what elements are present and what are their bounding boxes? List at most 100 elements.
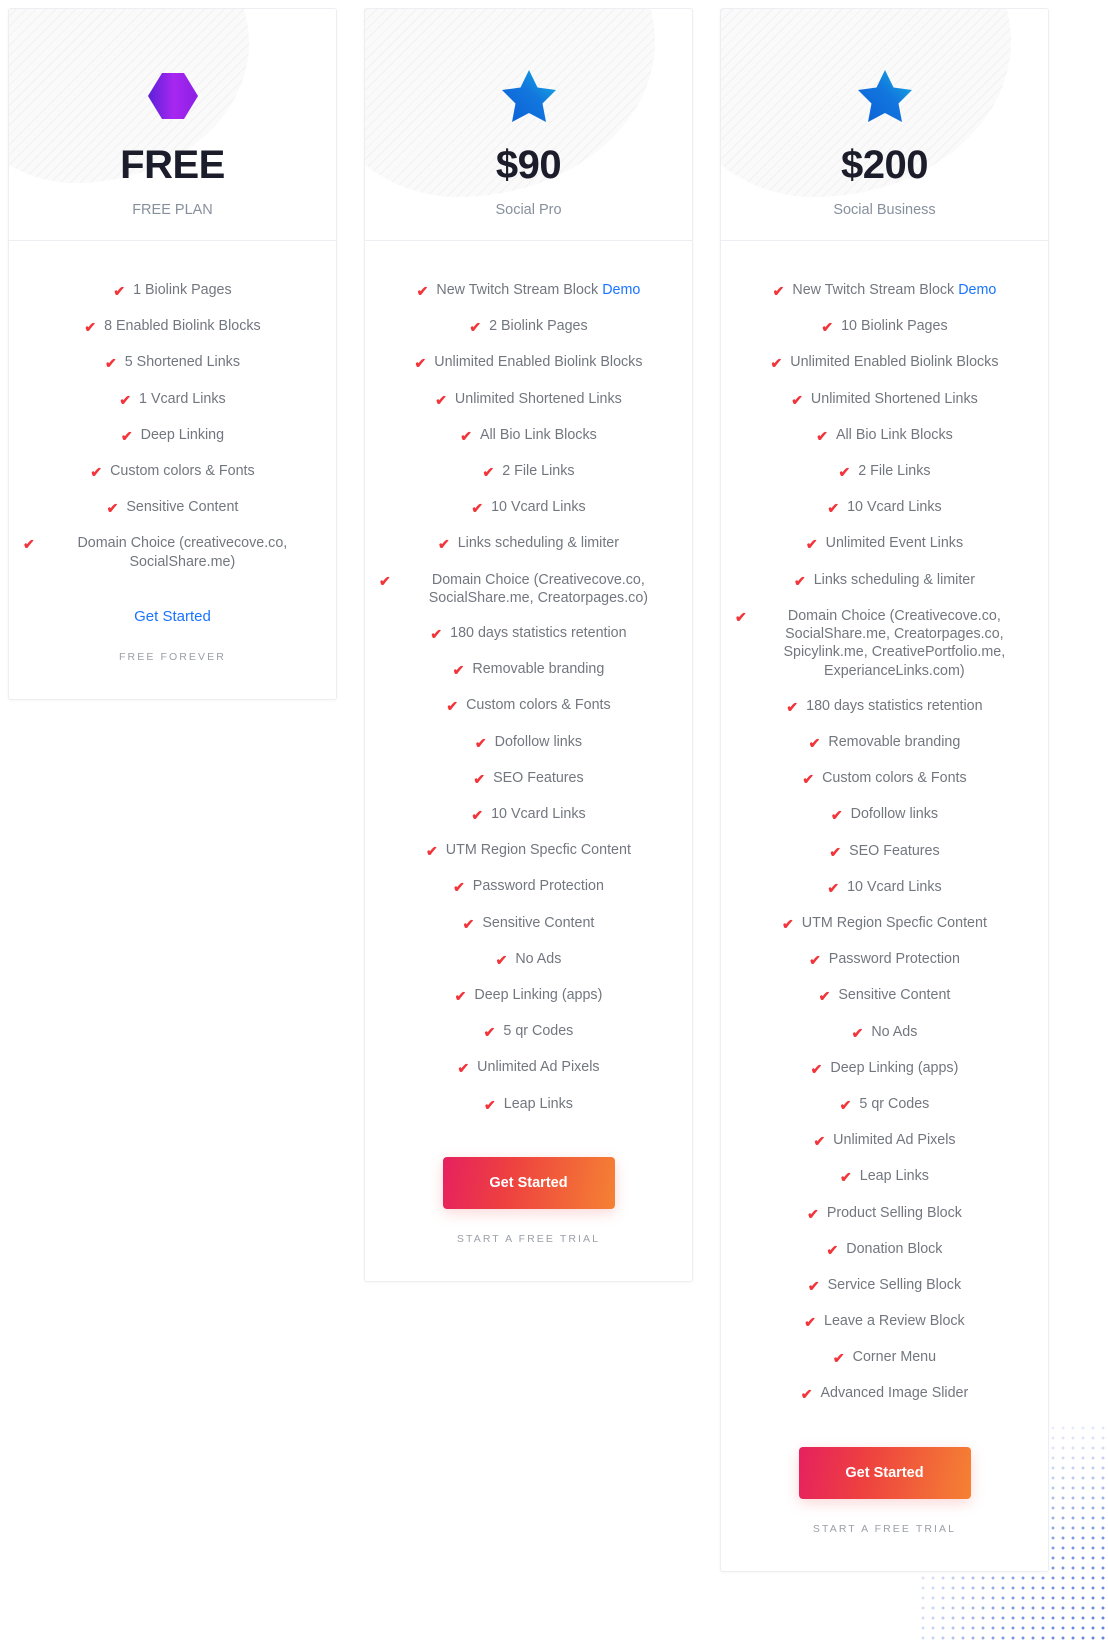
feature-label: Links scheduling & limiter [813, 571, 976, 588]
get-started-link[interactable]: Get Started [134, 608, 211, 625]
feature-label: 5 qr Codes [503, 1023, 574, 1040]
feature-label: 5 Shortened Links [124, 354, 240, 371]
feature-item: ✔ Unlimited Shortened Links [735, 390, 1034, 409]
plan-icon [721, 69, 1048, 123]
feature-label: Donation Block [846, 1240, 943, 1257]
check-icon: ✔ [473, 770, 486, 787]
check-icon: ✔ [816, 427, 828, 444]
check-icon: ✔ [838, 463, 851, 480]
check-icon: ✔ [113, 283, 126, 299]
feature-label: Custom colors & Fonts [466, 697, 611, 714]
feature-label: Dofollow links [850, 806, 939, 823]
check-icon: ✔ [807, 1277, 820, 1294]
feature-label: New Twitch Stream Block [792, 282, 959, 298]
check-icon: ✔ [735, 608, 747, 625]
feature-label: All Bio Link Blocks [835, 426, 953, 443]
feature-item: ✔ New Twitch Stream Block Demo [735, 281, 1034, 300]
feature-item: ✔ Leave a Review Block [735, 1312, 1034, 1331]
demo-link[interactable]: Demo [958, 282, 996, 298]
plan-price: $200 [841, 143, 928, 187]
check-icon: ✔ [805, 536, 818, 553]
check-icon: ✔ [851, 1024, 864, 1041]
feature-label: 10 Biolink Pages [841, 318, 948, 335]
feature-item: ✔ Service Selling Block [735, 1276, 1034, 1295]
feature-item: ✔ Custom colors & Fonts [23, 462, 322, 481]
feature-label: Corner Menu [852, 1349, 937, 1366]
feature-list: ✔ New Twitch Stream Block Demo ✔ 2 Biolink … [365, 241, 692, 1114]
feature-label: Unlimited Ad Pixels [833, 1132, 956, 1149]
feature-label: Custom colors & Fonts [822, 770, 967, 787]
feature-item: ✔ No Ads [379, 950, 678, 969]
plan-icon [9, 69, 336, 123]
check-icon: ✔ [416, 283, 429, 299]
check-icon: ✔ [482, 463, 495, 480]
check-icon: ✔ [471, 807, 484, 824]
feature-label: Unlimited Enabled Biolink Blocks [434, 354, 643, 371]
feature-label: All Bio Link Blocks [479, 426, 597, 443]
plan-footer: Get Started FREE FOREVER [9, 588, 336, 699]
check-icon: ✔ [827, 500, 840, 517]
check-icon: ✔ [809, 952, 821, 969]
feature-label: Product Selling Block [826, 1204, 962, 1221]
check-icon: ✔ [105, 355, 117, 372]
check-icon: ✔ [807, 1205, 819, 1222]
feature-item: ✔ 10 Biolink Pages [735, 317, 1034, 336]
check-icon: ✔ [469, 319, 482, 336]
feature-label: Domain Choice (creativecove.co, SocialSh… [77, 535, 288, 570]
check-icon: ✔ [84, 319, 97, 336]
feature-item: ✔ Unlimited Enabled Biolink Blocks [379, 353, 678, 372]
pricing-cards-container: FREE FREE PLAN ✔ 1 Biolink Pages ✔ 8 Enabled … [0, 0, 1108, 1580]
feature-item: ✔ Unlimited Event Links [735, 534, 1034, 553]
check-icon: ✔ [379, 572, 391, 589]
feature-item: ✔ UTM Region Specfic Content [735, 914, 1034, 933]
check-icon: ✔ [454, 987, 467, 1004]
get-started-button[interactable]: Get Started [442, 1156, 615, 1209]
feature-item: ✔ Custom colors & Fonts [735, 769, 1034, 788]
feature-item: ✔ 8 Enabled Biolink Blocks [23, 317, 322, 336]
check-icon: ✔ [457, 1060, 470, 1077]
plan-foot-note: START A FREE TRIAL [812, 1522, 957, 1535]
feature-label: Deep Linking (apps) [474, 986, 603, 1003]
get-started-button[interactable]: Get Started [798, 1446, 971, 1499]
check-icon: ✔ [471, 500, 484, 517]
feature-item: ✔ Product Selling Block [735, 1204, 1034, 1223]
feature-label: Custom colors & Fonts [110, 462, 255, 479]
check-icon: ✔ [460, 427, 472, 444]
feature-label: 5 qr Codes [859, 1095, 930, 1112]
feature-label: 10 Vcard Links [847, 878, 942, 895]
feature-label: Deep Linking [140, 426, 225, 443]
check-icon: ✔ [808, 735, 821, 752]
feature-label: UTM Region Specfic Content [445, 842, 631, 859]
feature-label: 10 Vcard Links [491, 499, 586, 516]
feature-label: Removable branding [472, 661, 605, 678]
check-icon: ✔ [462, 915, 475, 932]
feature-item: ✔ 2 File Links [379, 462, 678, 481]
feature-label: Removable branding [828, 734, 961, 751]
feature-label: 1 Biolink Pages [133, 282, 232, 298]
feature-item: ✔ Dofollow links [379, 733, 678, 752]
check-icon: ✔ [791, 391, 803, 408]
feature-item: ✔ Dofollow links [735, 805, 1034, 824]
feature-item: ✔ Corner Menu [735, 1348, 1034, 1367]
plan-name: Social Business [833, 202, 936, 218]
demo-link[interactable]: Demo [602, 282, 640, 298]
feature-item: ✔ No Ads [735, 1023, 1034, 1042]
feature-label: Unlimited Shortened Links [810, 390, 978, 407]
feature-item: ✔ Custom colors & Fonts [379, 696, 678, 715]
check-icon: ✔ [437, 536, 450, 553]
pricing-card: $200 Social Business ✔ New Twitch Stream Bl… [720, 8, 1049, 1572]
feature-label: UTM Region Specfic Content [801, 915, 987, 931]
check-icon: ✔ [810, 1060, 823, 1077]
check-icon: ✔ [119, 391, 132, 408]
feature-label: No Ads [515, 950, 562, 967]
feature-item: ✔ Password Protection [379, 877, 678, 896]
feature-label: Unlimited Event Links [825, 535, 964, 552]
check-icon: ✔ [453, 879, 465, 896]
star-icon [501, 70, 556, 122]
feature-item: ✔ Donation Block [735, 1240, 1034, 1259]
plan-footer: Get Started START A FREE TRIAL [721, 1421, 1048, 1571]
feature-label: Domain Choice (Creativecove.co, SocialSh… [428, 571, 649, 606]
feature-item: ✔ All Bio Link Blocks [379, 426, 678, 445]
feature-item: ✔ Sensitive Content [379, 914, 678, 933]
feature-label: Advanced Image Slider [820, 1385, 969, 1402]
